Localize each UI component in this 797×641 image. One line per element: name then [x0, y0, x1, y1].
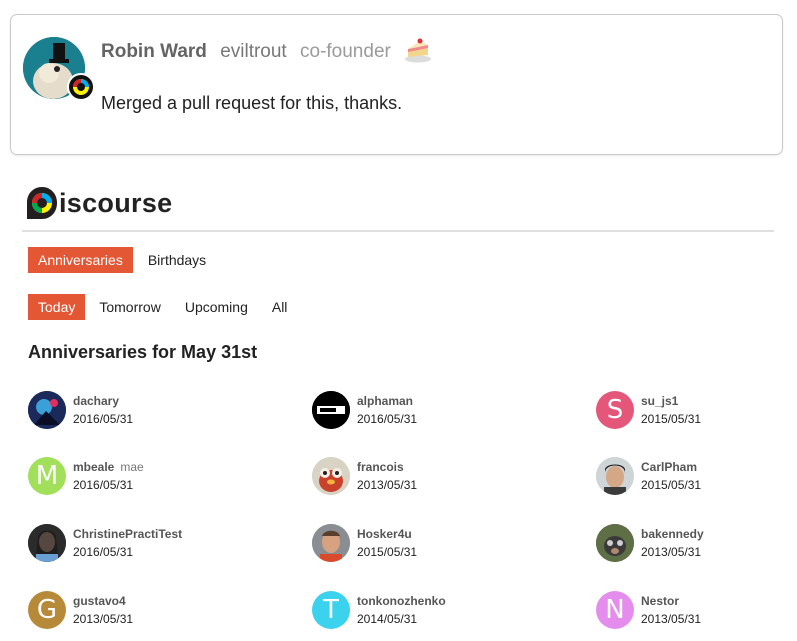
- list-item: ChristinePractiTest 2016/05/31: [28, 523, 278, 563]
- anniversary-date: 2015/05/31: [641, 412, 702, 426]
- post-header: Robin Ward eviltrout co-founder: [101, 37, 432, 63]
- list-item: CarlPham 2015/05/31: [596, 456, 797, 496]
- anniversary-date: 2013/05/31: [73, 612, 134, 626]
- list-item: S su_js1 2015/05/31: [596, 390, 797, 430]
- username[interactable]: mbeale mae: [73, 460, 144, 474]
- user-avatar[interactable]: N: [596, 591, 634, 629]
- list-item: N Nestor 2013/05/31: [596, 590, 797, 630]
- user-avatar[interactable]: [28, 391, 66, 429]
- user-avatar[interactable]: [28, 524, 66, 562]
- username[interactable]: Nestor: [641, 594, 679, 608]
- user-avatar[interactable]: [596, 457, 634, 495]
- post-author-username[interactable]: eviltrout: [220, 41, 287, 62]
- anniversary-date: 2016/05/31: [357, 412, 418, 426]
- filter-nav: Today Tomorrow Upcoming All: [28, 294, 297, 320]
- discourse-badge-icon: [67, 73, 95, 101]
- anniversary-date: 2016/05/31: [73, 412, 134, 426]
- list-item: francois 2013/05/31: [312, 456, 562, 496]
- user-avatar[interactable]: [312, 524, 350, 562]
- user-avatar[interactable]: [596, 524, 634, 562]
- user-avatar[interactable]: [312, 457, 350, 495]
- list-item: dachary 2016/05/31: [28, 390, 278, 430]
- post-card: Robin Ward eviltrout co-founder Merged a…: [10, 14, 783, 155]
- tab-birthdays[interactable]: Birthdays: [138, 247, 216, 273]
- username[interactable]: CarlPham: [641, 460, 697, 474]
- post-body: Merged a pull request for this, thanks.: [101, 93, 403, 113]
- filter-tomorrow[interactable]: Tomorrow: [89, 294, 170, 320]
- section-title: Anniversaries for May 31st: [28, 342, 258, 362]
- user-avatar[interactable]: M: [28, 457, 66, 495]
- username[interactable]: Hosker4u: [357, 527, 412, 541]
- anniversary-date: 2013/05/31: [641, 612, 702, 626]
- main-nav: Anniversaries Birthdays: [28, 247, 216, 273]
- username[interactable]: bakennedy: [641, 527, 704, 541]
- filter-today[interactable]: Today: [28, 294, 86, 320]
- anniversary-date: 2016/05/31: [73, 545, 134, 559]
- list-item: Hosker4u 2015/05/31: [312, 523, 562, 563]
- header-divider: [22, 230, 774, 232]
- anniversary-date: 2016/05/31: [73, 478, 134, 492]
- anniversary-date: 2013/05/31: [641, 545, 702, 559]
- username[interactable]: dachary: [73, 394, 119, 408]
- username-text[interactable]: mbeale: [73, 460, 114, 474]
- list-item: T tonkonozhenko 2014/05/31: [312, 590, 562, 630]
- discourse-logo[interactable]: iscourse: [26, 185, 172, 221]
- username[interactable]: tonkonozhenko: [357, 594, 446, 608]
- anniversary-date: 2015/05/31: [357, 545, 418, 559]
- logo-text: iscourse: [59, 187, 173, 218]
- discourse-logo-icon: [27, 187, 57, 219]
- user-avatar[interactable]: [312, 391, 350, 429]
- anniversary-date: 2015/05/31: [641, 478, 702, 492]
- username[interactable]: ChristinePractiTest: [73, 527, 182, 541]
- cake-icon: [404, 37, 432, 63]
- list-item: alphaman 2016/05/31: [312, 390, 562, 430]
- list-item: G gustavo4 2013/05/31: [28, 590, 278, 630]
- user-avatar[interactable]: T: [312, 591, 350, 629]
- post-author-name[interactable]: Robin Ward: [101, 41, 207, 62]
- user-alias: mae: [120, 460, 144, 474]
- tab-anniversaries[interactable]: Anniversaries: [28, 247, 133, 273]
- filter-upcoming[interactable]: Upcoming: [175, 294, 258, 320]
- username[interactable]: francois: [357, 460, 404, 474]
- user-avatar[interactable]: G: [28, 591, 66, 629]
- username[interactable]: gustavo4: [73, 594, 126, 608]
- post-author-title: co-founder: [300, 41, 391, 62]
- username[interactable]: alphaman: [357, 394, 413, 408]
- filter-all[interactable]: All: [262, 294, 298, 320]
- list-item: M mbeale mae 2016/05/31: [28, 456, 278, 496]
- list-item: bakennedy 2013/05/31: [596, 523, 797, 563]
- anniversary-date: 2014/05/31: [357, 612, 418, 626]
- username[interactable]: su_js1: [641, 394, 678, 408]
- user-avatar[interactable]: S: [596, 391, 634, 429]
- anniversary-date: 2013/05/31: [357, 478, 418, 492]
